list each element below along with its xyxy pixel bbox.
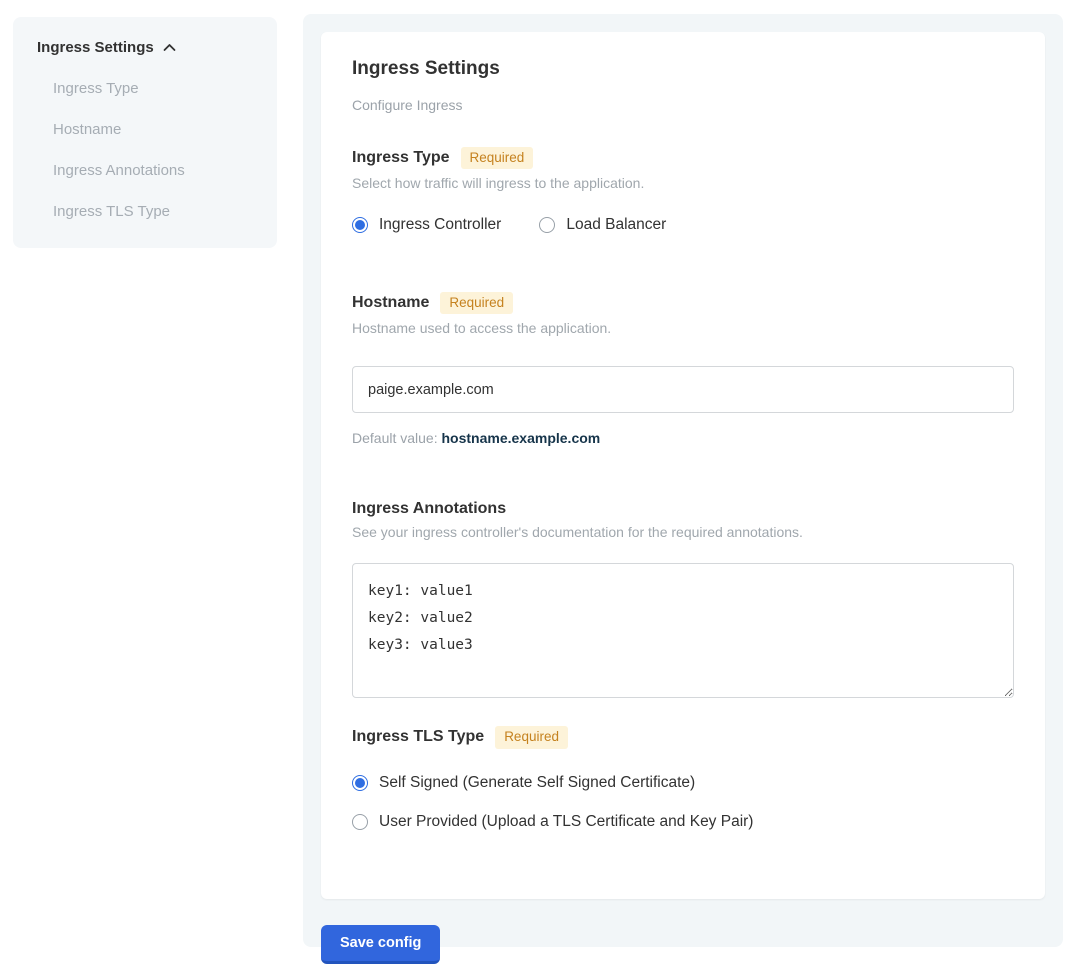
sidebar-group-label: Ingress Settings [37, 39, 154, 56]
radio-selected-icon [352, 217, 368, 233]
sidebar-item-ingress-type[interactable]: Ingress Type [53, 80, 253, 97]
radio-option-self-signed[interactable]: Self Signed (Generate Self Signed Certif… [352, 774, 1014, 792]
radio-unselected-icon [539, 217, 555, 233]
sidebar-item-ingress-tls-type[interactable]: Ingress TLS Type [53, 203, 253, 220]
field-help-ingress-annotations: See your ingress controller's documentat… [352, 524, 1014, 540]
sidebar-item-hostname[interactable]: Hostname [53, 121, 253, 138]
ingress-annotations-textarea[interactable]: key1: value1 key2: value2 key3: value3 [352, 563, 1014, 698]
field-help-hostname: Hostname used to access the application. [352, 320, 1014, 336]
radio-option-user-provided[interactable]: User Provided (Upload a TLS Certificate … [352, 813, 1014, 831]
config-panel: Ingress Settings Configure Ingress Ingre… [303, 14, 1063, 947]
field-ingress-annotations: Ingress Annotations See your ingress con… [352, 500, 1014, 698]
sidebar-group-ingress-settings[interactable]: Ingress Settings [37, 39, 253, 56]
required-badge: Required [461, 147, 534, 169]
radio-selected-icon [352, 775, 368, 791]
radio-label: Self Signed (Generate Self Signed Certif… [379, 774, 695, 792]
default-label: Default value: [352, 430, 442, 446]
required-badge: Required [440, 292, 513, 314]
hostname-default-line: Default value: hostname.example.com [352, 430, 1014, 446]
field-label-ingress-annotations: Ingress Annotations [352, 500, 506, 518]
hostname-input[interactable] [352, 366, 1014, 413]
field-label-ingress-type: Ingress Type [352, 149, 450, 167]
required-badge: Required [495, 726, 568, 748]
save-config-button[interactable]: Save config [321, 925, 440, 964]
radio-label: Load Balancer [566, 216, 666, 234]
radio-label: Ingress Controller [379, 216, 501, 234]
chevron-up-icon [163, 39, 176, 56]
field-label-hostname: Hostname [352, 294, 429, 312]
field-ingress-tls-type: Ingress TLS Type Required Self Signed (G… [352, 726, 1014, 830]
default-value: hostname.example.com [442, 430, 601, 446]
sidebar-item-ingress-annotations[interactable]: Ingress Annotations [53, 162, 253, 179]
radio-label: User Provided (Upload a TLS Certificate … [379, 813, 753, 831]
page-subtitle: Configure Ingress [352, 97, 1014, 113]
radio-unselected-icon [352, 814, 368, 830]
field-help-ingress-type: Select how traffic will ingress to the a… [352, 175, 1014, 191]
field-ingress-type: Ingress Type Required Select how traffic… [352, 147, 1014, 234]
config-card: Ingress Settings Configure Ingress Ingre… [321, 32, 1045, 899]
radio-option-ingress-controller[interactable]: Ingress Controller [352, 216, 501, 234]
config-nav-sidebar: Ingress Settings Ingress Type Hostname I… [13, 17, 277, 248]
radio-option-load-balancer[interactable]: Load Balancer [539, 216, 666, 234]
page-title: Ingress Settings [352, 58, 1014, 80]
field-hostname: Hostname Required Hostname used to acces… [352, 292, 1014, 446]
field-label-ingress-tls-type: Ingress TLS Type [352, 728, 484, 746]
